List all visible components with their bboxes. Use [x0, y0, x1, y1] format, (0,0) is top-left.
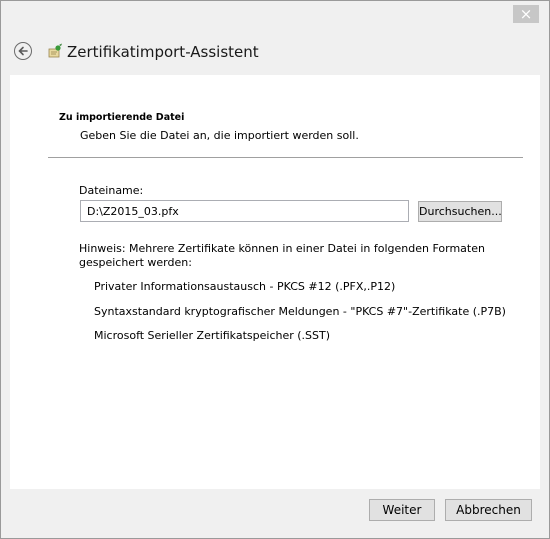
divider: [48, 157, 523, 158]
back-button[interactable]: [14, 42, 32, 60]
wizard-footer: Weiter Abbrechen: [1, 489, 549, 538]
title-bar: ×: [1, 1, 549, 31]
format-item-pkcs12: Privater Informationsaustausch - PKCS #1…: [94, 280, 396, 293]
format-note: Hinweis: Mehrere Zertifikate können in e…: [79, 242, 485, 269]
next-button[interactable]: Weiter: [369, 499, 435, 521]
wizard-title: Zertifikatimport-Assistent: [67, 43, 259, 61]
format-item-sst: Microsoft Serieller Zertifikatspeicher (…: [94, 329, 331, 342]
browse-button[interactable]: Durchsuchen...: [418, 201, 502, 222]
section-title: Zu importierende Datei: [59, 112, 185, 123]
close-icon: ×: [519, 5, 533, 23]
filename-label: Dateiname:: [79, 184, 144, 197]
wizard-window: × Zertifikatimport-Assistent Zu importie…: [0, 0, 550, 539]
back-arrow-icon: [18, 46, 28, 56]
close-button[interactable]: ×: [513, 5, 539, 23]
section-description: Geben Sie die Datei an, die importiert w…: [80, 129, 359, 142]
cancel-button[interactable]: Abbrechen: [445, 499, 532, 521]
filename-input[interactable]: [80, 200, 409, 222]
format-item-pkcs7: Syntaxstandard kryptografischer Meldunge…: [94, 305, 506, 318]
certificate-wizard-icon: [48, 43, 62, 58]
wizard-content: Zu importierende Datei Geben Sie die Dat…: [10, 75, 540, 489]
wizard-header: Zertifikatimport-Assistent: [1, 31, 549, 75]
